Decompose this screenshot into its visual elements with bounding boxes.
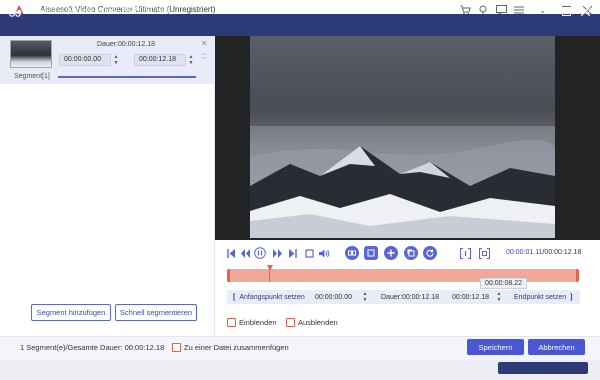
- segment-summary: 1 Segment(e)/Gesamte Dauer: 00:00:12.18: [20, 343, 165, 352]
- playhead-line: [269, 269, 270, 282]
- cancel-button[interactable]: Abbrechen: [528, 339, 585, 355]
- trim-end-field[interactable]: 00:00:12.18: [452, 291, 489, 303]
- bracket-right-icon: ]: [570, 293, 573, 301]
- dialog-titlebar: [0, 14, 600, 36]
- segment-end-field[interactable]: 00:00:12.18: [134, 54, 186, 66]
- time-readout: 00:00:01.11/00:00:12.18: [506, 249, 581, 256]
- video-frame[interactable]: [250, 36, 555, 238]
- trim-duration: Dauer:00:00:12.18: [381, 293, 439, 301]
- trim-start-stepper[interactable]: ▲ ▼: [361, 291, 369, 303]
- dialog-maximize-icon[interactable]: [559, 4, 573, 18]
- previous-frame-icon[interactable]: [239, 247, 251, 259]
- next-frame-icon[interactable]: [271, 247, 283, 259]
- fade-in-checkbox[interactable]: [227, 318, 236, 327]
- segment-range-bar: [58, 76, 196, 78]
- segment-start-stepper[interactable]: ▲ ▼: [112, 54, 120, 66]
- save-button[interactable]: Speichern: [467, 339, 524, 355]
- stop-icon[interactable]: [303, 247, 315, 259]
- copy-segment-icon[interactable]: [364, 246, 378, 260]
- quick-split-button[interactable]: Schnell segmentieren: [115, 304, 197, 321]
- trim-end-stepper[interactable]: ▲ ▼: [495, 291, 503, 303]
- trim-start-field[interactable]: 00:00:00.00: [315, 291, 352, 303]
- segment-duration: Dauer:00:00:12.18: [97, 41, 155, 48]
- total-time: 00:00:12.18: [544, 249, 582, 256]
- playhead-marker[interactable]: [267, 265, 273, 271]
- set-end-button[interactable]: Endpunkt setzen ]: [514, 291, 573, 303]
- skip-start-icon[interactable]: [225, 247, 237, 259]
- background-button: [498, 362, 588, 374]
- segment-move-down-icon[interactable]: ﹀: [201, 55, 207, 64]
- volume-icon[interactable]: [318, 247, 330, 259]
- mark-out-icon[interactable]: [478, 247, 490, 259]
- split-clip-icon[interactable]: [345, 246, 359, 260]
- segment-end-stepper[interactable]: ▲ ▼: [187, 54, 195, 66]
- scissors-icon: [9, 5, 21, 17]
- segment-thumbnail: [10, 40, 52, 68]
- merge-checkbox[interactable]: [172, 343, 181, 352]
- add-segment-button[interactable]: Segment hinzufügen: [31, 304, 111, 321]
- dialog-title: Schneiden (Pexels Videos 2638063.mp4): [26, 6, 174, 15]
- merge-label: Zu einer Datei zusammenfügen: [184, 343, 289, 352]
- duplicate-icon[interactable]: [404, 246, 418, 260]
- fade-in-label: Einblenden: [239, 318, 277, 327]
- hover-time-tooltip: 00:00:08.22: [480, 278, 527, 289]
- fade-out-label: Ausblenden: [298, 318, 338, 327]
- current-time: 00:00:01.11: [506, 249, 543, 256]
- pause-icon[interactable]: [254, 247, 266, 259]
- fade-out-checkbox[interactable]: [286, 318, 295, 327]
- reset-icon[interactable]: [423, 246, 437, 260]
- set-end-label: Endpunkt setzen: [514, 293, 567, 301]
- set-start-button[interactable]: [ Anfangspunkt setzen: [233, 291, 305, 303]
- segment-start-field[interactable]: 00:00:00.00: [59, 54, 111, 66]
- mark-in-icon[interactable]: [459, 247, 471, 259]
- bracket-left-icon: [: [233, 293, 236, 301]
- segment-label: Segment[1]: [14, 73, 50, 80]
- add-icon[interactable]: [384, 246, 398, 260]
- skip-end-icon[interactable]: [286, 247, 298, 259]
- dialog-minimize-icon[interactable]: [541, 4, 555, 18]
- dialog-close-icon[interactable]: [578, 4, 592, 18]
- segment-delete-icon[interactable]: ✕: [201, 39, 208, 48]
- set-start-label: Anfangspunkt setzen: [239, 293, 305, 301]
